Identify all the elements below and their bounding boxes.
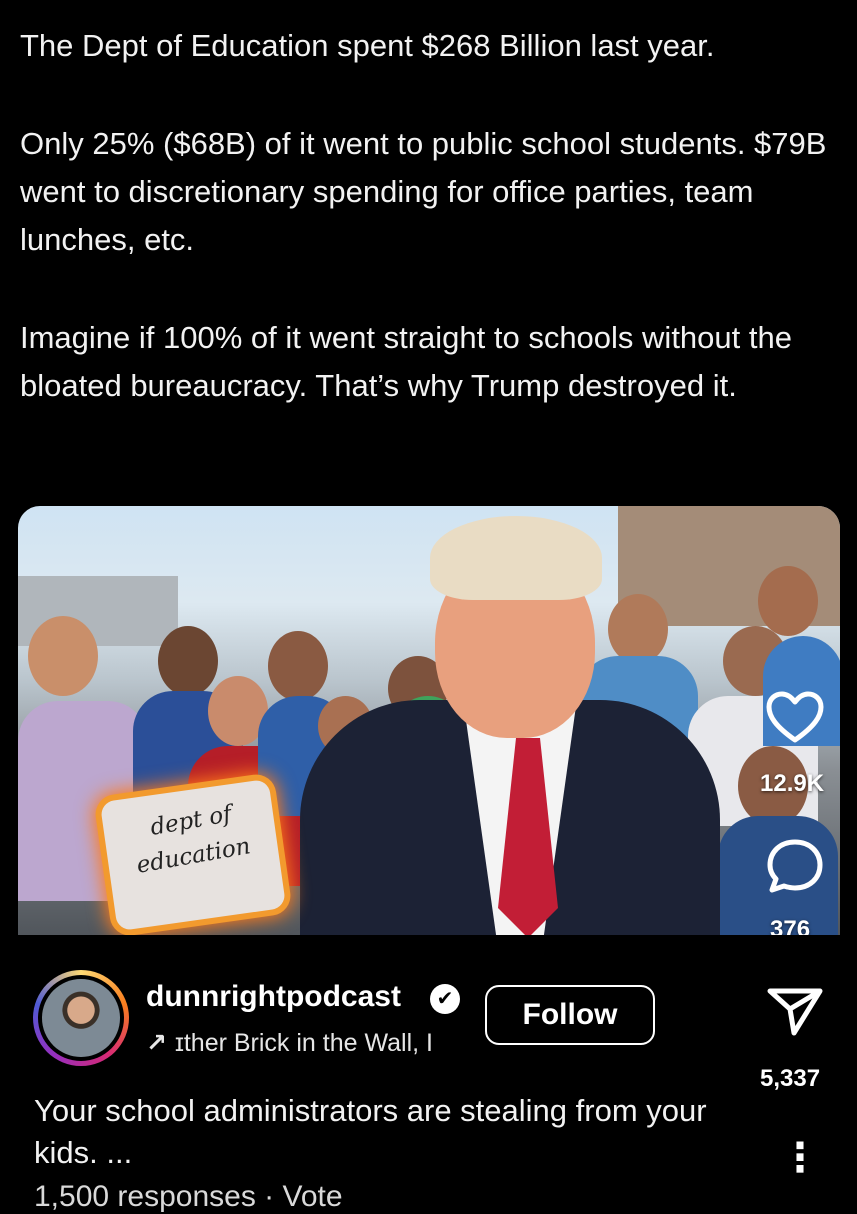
post-paragraph-1: The Dept of Education spent $268 Billion…	[20, 28, 715, 63]
share-count: 5,337	[760, 1065, 821, 1092]
heart-icon	[766, 691, 824, 743]
follow-button[interactable]: Follow	[485, 985, 655, 1045]
avatar[interactable]	[42, 979, 120, 1057]
child-figure	[758, 566, 818, 636]
share-button[interactable]	[765, 985, 825, 1040]
child-figure	[158, 626, 218, 696]
post-text: The Dept of Education spent $268 Billion…	[20, 22, 840, 410]
comment-icon	[767, 839, 823, 893]
send-icon	[767, 988, 823, 1036]
like-count: 12.9K	[760, 770, 825, 797]
comment-button[interactable]	[762, 836, 828, 896]
verified-badge-icon: ✔	[430, 984, 460, 1014]
username[interactable]: dunnrightpodcast	[146, 980, 401, 1014]
post-paragraph-3: Imagine if 100% of it went straight to s…	[20, 320, 810, 403]
more-vertical-icon[interactable]: ⋮	[780, 1138, 820, 1178]
child-figure	[608, 594, 668, 664]
audio-track-label: ɪther Brick in the Wall, I	[174, 1029, 433, 1057]
audio-track[interactable]: ↗ ɪther Brick in the Wall, I	[146, 1028, 474, 1058]
like-button[interactable]	[760, 690, 830, 750]
man-hair	[430, 516, 602, 600]
child-figure	[268, 631, 328, 701]
arrow-up-right-icon: ↗	[146, 1029, 167, 1057]
child-figure	[28, 616, 98, 696]
poll-responses[interactable]: 1,500 responses · Vote	[34, 1180, 343, 1214]
post-paragraph-2: Only 25% ($68B) of it went to public sch…	[20, 126, 836, 257]
reel-caption[interactable]: Your school administrators are stealing …	[34, 1090, 754, 1174]
